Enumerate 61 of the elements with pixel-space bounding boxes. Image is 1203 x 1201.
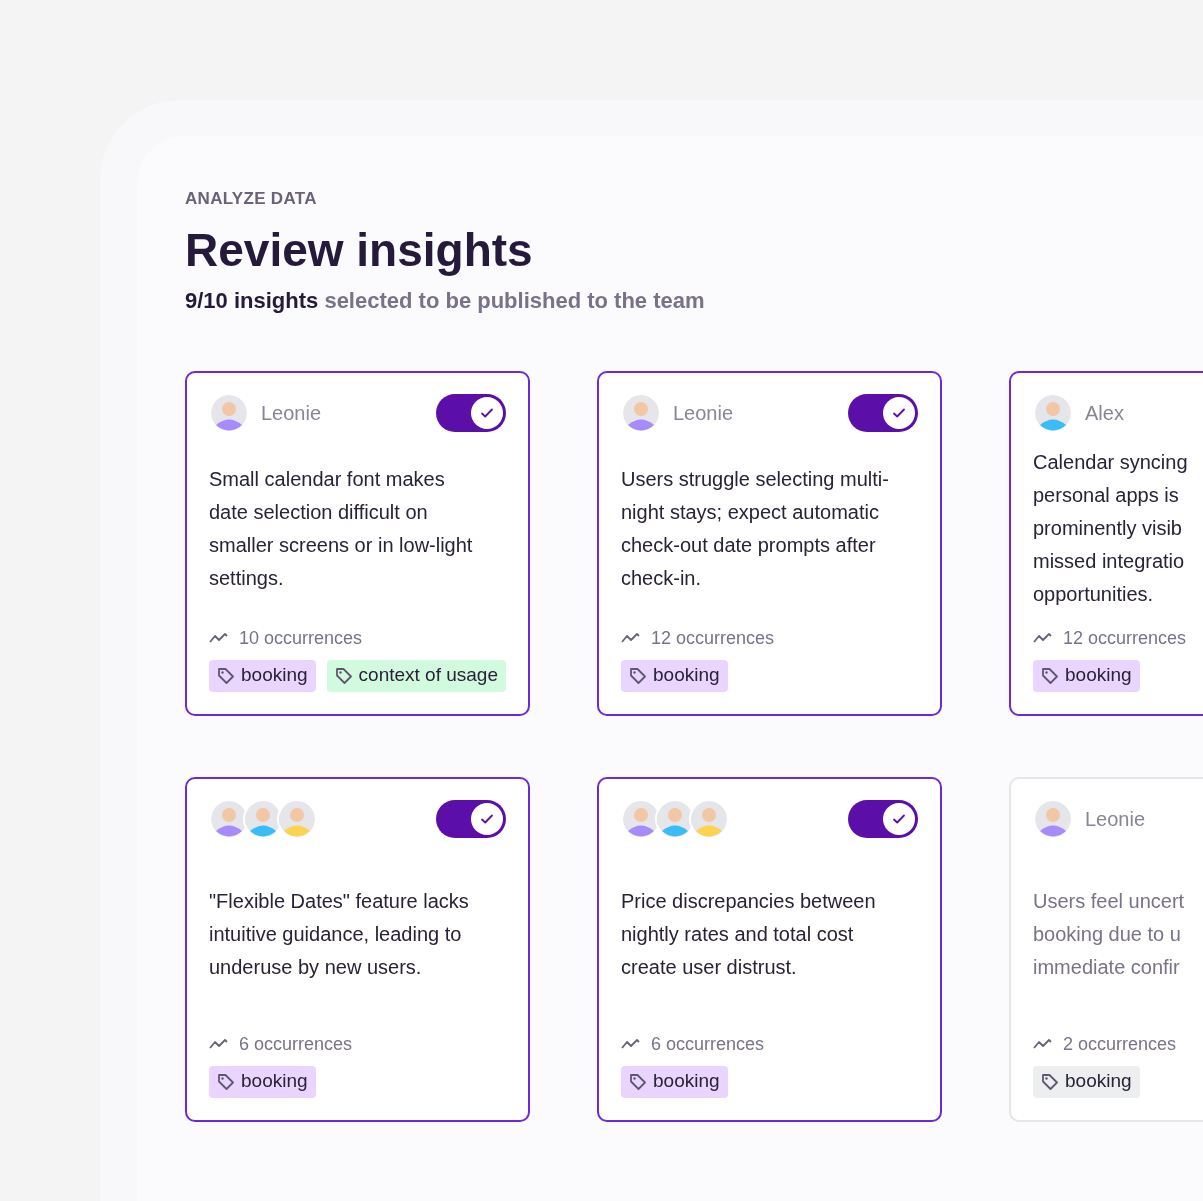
tag-icon: [334, 666, 353, 685]
author-name: Alex: [1085, 400, 1124, 426]
insight-card[interactable]: Price discrepancies between nightly rates and total cost create user distrust. 6 occurrences booking: [597, 776, 942, 1122]
occurrence-count: 6 occurrences: [239, 1032, 353, 1056]
tag-icon: [1041, 1072, 1059, 1091]
insight-text: Users struggle selecting multi-night stays; expect automatic check-out date prompts after check-in.: [621, 466, 890, 591]
insight-text-line: immediate confir: [1033, 955, 1180, 980]
insight-text-line: booking due to u: [1033, 922, 1181, 947]
tag-icon: [217, 1072, 235, 1091]
tag-icon: [217, 666, 235, 685]
occurrence-count: 10 occurrences: [239, 626, 363, 650]
occurrence-count: 12 occurrences: [651, 626, 775, 650]
insight-text-line: Calendar syncing: [1033, 450, 1188, 475]
author-name: Leonie: [673, 400, 734, 426]
insight-text: Price discrepancies between nightly rates and total cost create user distrust.: [621, 889, 877, 980]
avatar-icon: [209, 392, 249, 433]
trend-icon: [209, 632, 229, 644]
section-label: ANALYZE DATA: [185, 188, 317, 210]
avatar-icon: [621, 392, 661, 433]
tag: booking: [209, 1065, 316, 1098]
insight-text-line: missed integratio: [1033, 549, 1185, 574]
trend-icon: [1033, 1038, 1053, 1050]
insight-card[interactable]: Alex Calendar syncing personal apps is prominently visib missed integratio opportunities. 12 occurrences booking: [1009, 370, 1203, 716]
publish-toggle[interactable]: [436, 393, 506, 432]
insight-text: "Flexible Dates" feature lacks intuitive guidance, leading to underuse by new users.: [209, 889, 470, 980]
insight-card[interactable]: Leonie Users feel uncert booking due to u immediate confir 2 occurrences booking: [1009, 776, 1203, 1122]
avatar-icon: [689, 798, 729, 839]
insight-text-line: personal apps is: [1033, 483, 1179, 508]
tag: context of usage: [326, 659, 506, 692]
trend-icon: [209, 1038, 229, 1050]
tag: booking: [1033, 659, 1140, 692]
insight-text-line: Users feel uncert: [1033, 889, 1185, 914]
publish-toggle[interactable]: [848, 799, 918, 838]
insight-text-line: prominently visib: [1033, 516, 1182, 541]
tag-icon: [629, 1072, 647, 1091]
publish-toggle[interactable]: [436, 799, 506, 838]
avatar-icon: [1033, 392, 1073, 433]
publish-toggle[interactable]: [848, 393, 918, 432]
author-name: Leonie: [261, 400, 322, 426]
insight-card[interactable]: Leonie Small calendar font makes date selection difficult on smaller screens or in low-light settings. 10 occurrences booking context of usage: [185, 370, 530, 716]
occurrence-count: 2 occurrences: [1063, 1032, 1177, 1056]
tag: booking: [1033, 1065, 1140, 1098]
tag: booking: [621, 659, 728, 692]
tag: booking: [209, 659, 316, 692]
tag-icon: [1041, 666, 1059, 685]
author-name: Leonie: [1085, 806, 1146, 832]
trend-icon: [621, 1038, 641, 1050]
subtitle: 9/10 insights selected to be published to the team: [185, 286, 705, 315]
insight-text-line: opportunities.: [1033, 582, 1154, 607]
insight-card[interactable]: "Flexible Dates" feature lacks intuitive guidance, leading to underuse by new users. 6 occurrences booking: [185, 776, 530, 1122]
page-title: Review insights: [185, 222, 533, 278]
insight-text: Small calendar font makes date selection difficult on smaller screens or in low-light settings.: [209, 466, 474, 591]
trend-icon: [1033, 632, 1053, 644]
avatar-icon: [1033, 798, 1073, 839]
tag: booking: [621, 1065, 728, 1098]
insight-card[interactable]: Leonie Users struggle selecting multi-night stays; expect automatic check-out date prompts after check-in. 12 occurrences booking: [597, 370, 942, 716]
tag-icon: [629, 666, 647, 685]
avatar-icon: [277, 798, 317, 839]
occurrence-count: 6 occurrences: [651, 1032, 765, 1056]
trend-icon: [621, 632, 641, 644]
occurrence-count: 12 occurrences: [1063, 626, 1187, 650]
